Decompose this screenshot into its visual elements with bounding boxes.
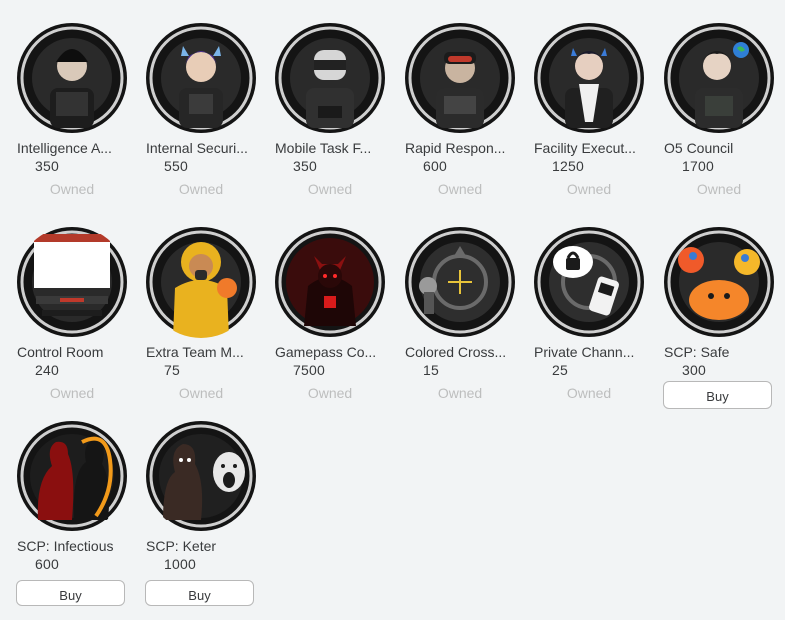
mobile-task-force-avatar-icon[interactable] [274, 22, 386, 134]
gamepass-collection-icon[interactable] [274, 226, 386, 338]
gamepass-price: 350 [293, 158, 317, 174]
gamepass-card[interactable]: Intelligence A... 350 Owned [16, 22, 128, 222]
gamepass-card[interactable]: Colored Cross... 15 Owned [404, 226, 516, 426]
gamepass-card[interactable]: O5 Council 1700 Owned [663, 22, 775, 222]
control-room-icon[interactable] [16, 226, 128, 338]
gamepass-price: 350 [35, 158, 59, 174]
colored-crosshair-icon[interactable] [404, 226, 516, 338]
gamepass-name[interactable]: SCP: Infectious [17, 538, 127, 554]
buy-button[interactable]: Buy [663, 381, 772, 409]
owned-label: Owned [696, 181, 742, 197]
gamepass-name[interactable]: Intelligence A... [17, 140, 127, 156]
owned-label: Owned [49, 181, 95, 197]
gamepass-card[interactable]: SCP: Keter 1000 Buy [145, 420, 257, 620]
scp-infectious-icon[interactable] [16, 420, 128, 532]
gamepass-name[interactable]: Mobile Task F... [275, 140, 385, 156]
gamepass-card[interactable]: Gamepass Co... 7500 Owned [274, 226, 386, 426]
gamepass-price: 600 [423, 158, 447, 174]
gamepass-name[interactable]: Gamepass Co... [275, 344, 385, 360]
gamepass-card[interactable]: Private Chann... 25 Owned [533, 226, 645, 426]
gamepass-price: 7500 [293, 362, 325, 378]
owned-label: Owned [178, 181, 224, 197]
buy-button[interactable]: Buy [16, 580, 125, 606]
gamepass-card[interactable]: SCP: Safe 300 Buy [663, 226, 775, 426]
owned-label: Owned [307, 181, 353, 197]
owned-label: Owned [437, 385, 483, 401]
o5-council-avatar-icon[interactable] [663, 22, 775, 134]
gamepass-card[interactable]: SCP: Infectious 600 Buy [16, 420, 128, 620]
gamepass-card[interactable]: Internal Securi... 550 Owned [145, 22, 257, 222]
rapid-response-avatar-icon[interactable] [404, 22, 516, 134]
gamepass-name[interactable]: Rapid Respon... [405, 140, 515, 156]
gamepass-price: 1700 [682, 158, 714, 174]
gamepass-price: 240 [35, 362, 59, 378]
gamepass-name[interactable]: O5 Council [664, 140, 774, 156]
owned-label: Owned [566, 181, 612, 197]
gamepass-price: 300 [682, 362, 706, 378]
gamepass-price: 15 [423, 362, 439, 378]
buy-button[interactable]: Buy [145, 580, 254, 606]
gamepass-price: 75 [164, 362, 180, 378]
gamepass-price: 600 [35, 556, 59, 572]
gamepass-price: 1000 [164, 556, 196, 572]
gamepass-name[interactable]: Facility Execut... [534, 140, 644, 156]
scp-keter-icon[interactable] [145, 420, 257, 532]
gamepass-card[interactable]: Extra Team M... 75 Owned [145, 226, 257, 426]
gamepass-name[interactable]: Extra Team M... [146, 344, 256, 360]
gamepass-price: 1250 [552, 158, 584, 174]
gamepass-card[interactable]: Mobile Task F... 350 Owned [274, 22, 386, 222]
owned-label: Owned [566, 385, 612, 401]
facility-executive-avatar-icon[interactable] [533, 22, 645, 134]
owned-label: Owned [307, 385, 353, 401]
gamepass-name[interactable]: SCP: Safe [664, 344, 774, 360]
internal-security-avatar-icon[interactable] [145, 22, 257, 134]
intelligence-agent-avatar-icon[interactable] [16, 22, 128, 134]
gamepass-card[interactable]: Rapid Respon... 600 Owned [404, 22, 516, 222]
extra-team-member-icon[interactable] [145, 226, 257, 338]
gamepass-card[interactable]: Control Room 240 Owned [16, 226, 128, 426]
gamepass-price: 25 [552, 362, 568, 378]
gamepass-name[interactable]: Control Room [17, 344, 127, 360]
gamepass-name[interactable]: Colored Cross... [405, 344, 515, 360]
gamepass-name[interactable]: SCP: Keter [146, 538, 256, 554]
gamepass-card[interactable]: Facility Execut... 1250 Owned [533, 22, 645, 222]
gamepass-grid: Intelligence A... 350 Owned Internal Sec… [0, 0, 785, 606]
owned-label: Owned [178, 385, 224, 401]
gamepass-price: 550 [164, 158, 188, 174]
owned-label: Owned [437, 181, 483, 197]
gamepass-name[interactable]: Private Chann... [534, 344, 644, 360]
private-channel-icon[interactable] [533, 226, 645, 338]
owned-label: Owned [49, 385, 95, 401]
gamepass-name[interactable]: Internal Securi... [146, 140, 256, 156]
scp-safe-icon[interactable] [663, 226, 775, 338]
